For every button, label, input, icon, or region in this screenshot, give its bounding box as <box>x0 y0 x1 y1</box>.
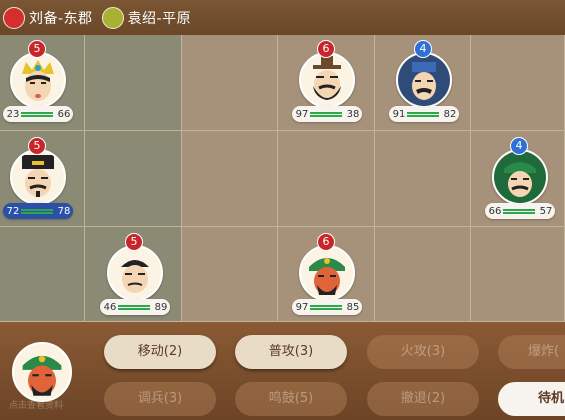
hp-gauge <box>310 304 342 311</box>
board-cell[interactable] <box>375 131 471 227</box>
hp-bar: 66 57 <box>485 203 555 219</box>
unit-token[interactable]: 4 91 82 <box>389 40 459 122</box>
faction-liubei: 刘备-东郡 <box>3 6 93 29</box>
hp-current: 46 <box>103 301 117 313</box>
faction-name: 刘备-东郡 <box>29 10 93 27</box>
hp-gauge <box>310 111 342 118</box>
board-cell[interactable] <box>375 227 471 322</box>
unit-token-selected[interactable]: 5 72 78 <box>3 137 73 219</box>
board-cell[interactable] <box>0 227 85 322</box>
level-badge: 6 <box>317 233 335 251</box>
hp-gauge <box>118 304 150 311</box>
board-cell[interactable] <box>471 35 565 131</box>
hp-bar: 97 38 <box>292 106 362 122</box>
hp-bar: 72 78 <box>3 203 73 219</box>
level-badge: 4 <box>414 40 432 58</box>
faction-yuanshao: 袁绍-平原 <box>101 6 192 29</box>
hp-bar: 46 89 <box>100 299 170 315</box>
portrait-black-hat-icon <box>10 149 66 205</box>
board-cell[interactable] <box>471 227 565 322</box>
hp-gauge <box>21 111 53 118</box>
battle-board: 5 23 66 6 97 38 4 91 82 5 72 78 4 66 57 … <box>0 35 565 322</box>
hp-current: 23 <box>6 108 20 120</box>
hp-current: 72 <box>6 205 20 217</box>
explode-button[interactable]: 爆炸( <box>498 335 565 369</box>
portrait-blue-hat-icon <box>396 52 452 108</box>
unit-token[interactable]: 5 46 89 <box>100 233 170 315</box>
hp-max: 78 <box>57 205 71 217</box>
board-cell[interactable] <box>85 131 182 227</box>
hp-current: 97 <box>295 301 309 313</box>
hp-gauge <box>407 111 439 118</box>
hp-max: 89 <box>154 301 168 313</box>
hp-bar: 23 66 <box>3 106 73 122</box>
board-cell[interactable] <box>182 35 278 131</box>
unit-token[interactable]: 6 97 85 <box>292 233 362 315</box>
board-cell[interactable] <box>278 131 375 227</box>
standby-button[interactable]: 待机 <box>498 382 565 416</box>
retreat-button[interactable]: 撤退(2) <box>367 382 479 416</box>
unit-token[interactable]: 6 97 38 <box>292 40 362 122</box>
level-badge: 4 <box>510 137 528 155</box>
portrait-bald-icon <box>107 245 163 301</box>
faction-color-dot <box>3 6 25 29</box>
move-button[interactable]: 移动(2) <box>104 335 216 369</box>
faction-name: 袁绍-平原 <box>127 10 192 27</box>
level-badge: 6 <box>317 40 335 58</box>
selected-general-portrait[interactable] <box>12 342 72 402</box>
hp-max: 57 <box>539 205 553 217</box>
hp-current: 97 <box>295 108 309 120</box>
hp-max: 38 <box>346 108 360 120</box>
hp-bar: 91 82 <box>389 106 459 122</box>
portrait-yellow-crown-icon <box>10 52 66 108</box>
portrait-bearded-icon <box>299 52 355 108</box>
general-info-label[interactable]: 点击查看资料 <box>9 398 63 411</box>
troops-button[interactable]: 调兵(3) <box>104 382 216 416</box>
level-badge: 5 <box>28 137 46 155</box>
portrait-red-face-icon <box>299 245 355 301</box>
unit-token[interactable]: 4 66 57 <box>485 137 555 219</box>
board-cell[interactable] <box>182 227 278 322</box>
hp-gauge <box>21 208 53 215</box>
level-badge: 5 <box>125 233 143 251</box>
unit-token[interactable]: 5 23 66 <box>3 40 73 122</box>
fire-attack-button[interactable]: 火攻(3) <box>367 335 479 369</box>
board-cell[interactable] <box>85 35 182 131</box>
hp-max: 85 <box>346 301 360 313</box>
faction-color-dot <box>101 6 124 29</box>
hp-gauge <box>503 208 535 215</box>
top-bar: 刘备-东郡 袁绍-平原 <box>0 0 565 35</box>
hp-max: 82 <box>443 108 457 120</box>
hp-max: 66 <box>57 108 71 120</box>
hp-bar: 97 85 <box>292 299 362 315</box>
drum-button[interactable]: 鸣鼓(5) <box>235 382 347 416</box>
level-badge: 5 <box>28 40 46 58</box>
board-cell[interactable] <box>182 131 278 227</box>
attack-button[interactable]: 普攻(3) <box>235 335 347 369</box>
hp-current: 91 <box>392 108 406 120</box>
hp-current: 66 <box>488 205 502 217</box>
portrait-green-general-icon <box>492 149 548 205</box>
